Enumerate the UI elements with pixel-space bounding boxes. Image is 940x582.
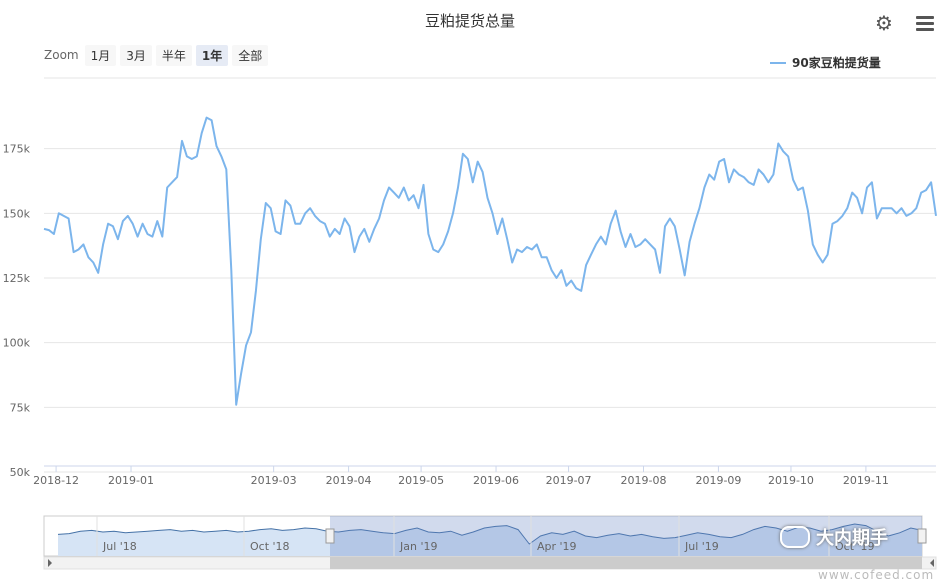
x-tick-label: 2019-07 [546, 474, 592, 487]
x-tick-label: 2019-06 [473, 474, 519, 487]
navigator-label: Jul '18 [102, 540, 137, 553]
wechat-icon [780, 526, 810, 548]
navigator-label: Jul '19 [684, 540, 719, 553]
x-tick-label: 2019-11 [843, 474, 889, 487]
y-tick-label: 150k [3, 207, 31, 220]
navigator-label: Apr '19 [537, 540, 577, 553]
watermark-text: 大内期手 [816, 528, 888, 549]
y-tick-label: 100k [3, 337, 31, 350]
x-tick-label: 2019-01 [108, 474, 154, 487]
source-url: www.cofeed.com [818, 568, 935, 582]
x-tick-label: 2019-10 [768, 474, 814, 487]
x-tick-label: 2019-03 [251, 474, 297, 487]
navigator-label: Oct '18 [250, 540, 290, 553]
navigator-handle-left[interactable] [325, 528, 335, 544]
series-line [43, 116, 937, 406]
x-tick-label: 2019-04 [326, 474, 372, 487]
navigator-handle-right[interactable] [917, 528, 927, 544]
y-tick-label: 75k [10, 401, 31, 414]
y-tick-label: 125k [3, 272, 31, 285]
plot-area: 50k 75k 100k 125k 150k 175k 2018-12 2019-01 2019… [3, 77, 937, 570]
watermark: 大内期手 [780, 524, 888, 550]
y-tick-label: 175k [3, 143, 31, 156]
navigator-label: Jan '19 [399, 540, 437, 553]
x-tick-label: 2019-05 [398, 474, 444, 487]
x-tick-label: 2019-08 [621, 474, 667, 487]
y-tick-label: 50k [10, 466, 31, 479]
chart-container: 豆粕提货总量 Zoom 1月 3月 半年 1年 全部 ⚙ 90家豆粕提货量 50… [0, 0, 940, 582]
x-tick-label: 2019-09 [695, 474, 741, 487]
x-tick-label: 2018-12 [33, 474, 79, 487]
